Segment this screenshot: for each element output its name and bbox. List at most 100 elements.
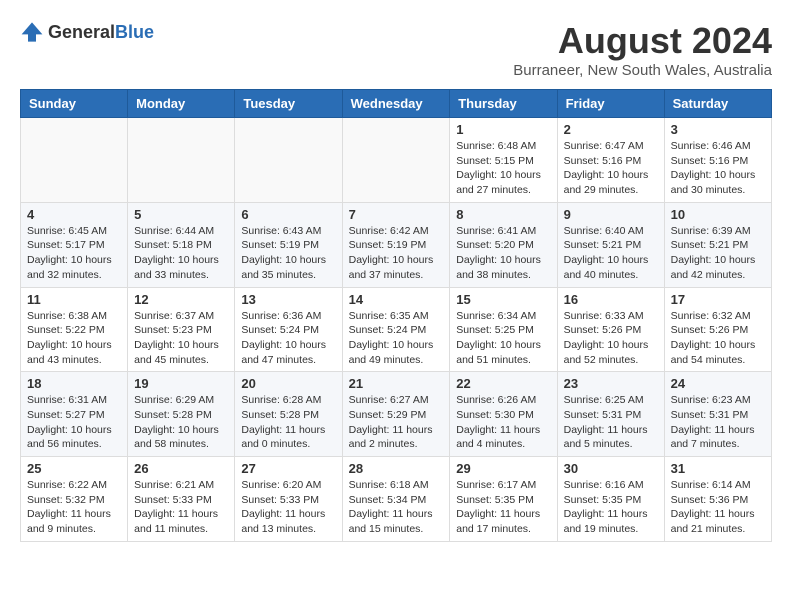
day-number: 15 (456, 292, 550, 307)
day-info: Sunrise: 6:36 AM Sunset: 5:24 PM Dayligh… (241, 309, 335, 368)
day-number: 25 (27, 461, 121, 476)
title-area: August 2024 Burraneer, New South Wales, … (513, 20, 772, 79)
day-number: 31 (671, 461, 765, 476)
logo-general-text: General (48, 22, 115, 42)
day-info: Sunrise: 6:37 AM Sunset: 5:23 PM Dayligh… (134, 309, 228, 368)
calendar-cell: 15 Sunrise: 6:34 AM Sunset: 5:25 PM Dayli… (450, 287, 557, 372)
logo-icon (20, 20, 44, 44)
calendar-cell: 12 Sunrise: 6:37 AM Sunset: 5:23 PM Dayli… (128, 287, 235, 372)
day-number: 9 (564, 207, 658, 222)
day-info: Sunrise: 6:47 AM Sunset: 5:16 PM Dayligh… (564, 139, 658, 198)
day-number: 22 (456, 376, 550, 391)
day-info: Sunrise: 6:25 AM Sunset: 5:31 PM Dayligh… (564, 393, 658, 452)
day-number: 28 (349, 461, 444, 476)
weekday-header-saturday: Saturday (664, 90, 771, 118)
day-number: 19 (134, 376, 228, 391)
calendar-week-row: 1 Sunrise: 6:48 AM Sunset: 5:15 PM Daylig… (21, 118, 772, 203)
logo: GeneralBlue (20, 20, 154, 44)
day-info: Sunrise: 6:32 AM Sunset: 5:26 PM Dayligh… (671, 309, 765, 368)
day-number: 17 (671, 292, 765, 307)
calendar-cell: 24 Sunrise: 6:23 AM Sunset: 5:31 PM Dayli… (664, 372, 771, 457)
day-number: 10 (671, 207, 765, 222)
calendar-cell: 11 Sunrise: 6:38 AM Sunset: 5:22 PM Dayli… (21, 287, 128, 372)
calendar-header-row: SundayMondayTuesdayWednesdayThursdayFrid… (21, 90, 772, 118)
day-info: Sunrise: 6:20 AM Sunset: 5:33 PM Dayligh… (241, 478, 335, 537)
day-number: 2 (564, 122, 658, 137)
calendar-cell: 19 Sunrise: 6:29 AM Sunset: 5:28 PM Dayli… (128, 372, 235, 457)
location-subtitle: Burraneer, New South Wales, Australia (513, 62, 772, 79)
day-number: 21 (349, 376, 444, 391)
calendar-cell: 1 Sunrise: 6:48 AM Sunset: 5:15 PM Daylig… (450, 118, 557, 203)
day-number: 18 (27, 376, 121, 391)
calendar-cell: 6Sunrise: 6:43 AM Sunset: 5:19 PM Daylig… (235, 202, 342, 287)
month-year-title: August 2024 (513, 20, 772, 62)
day-info: Sunrise: 6:16 AM Sunset: 5:35 PM Dayligh… (564, 478, 658, 537)
day-info: Sunrise: 6:18 AM Sunset: 5:34 PM Dayligh… (349, 478, 444, 537)
calendar-cell: 31 Sunrise: 6:14 AM Sunset: 5:36 PM Dayli… (664, 457, 771, 542)
day-info: Sunrise: 6:35 AM Sunset: 5:24 PM Dayligh… (349, 309, 444, 368)
day-info: Sunrise: 6:48 AM Sunset: 5:15 PM Dayligh… (456, 139, 550, 198)
calendar-week-row: 11 Sunrise: 6:38 AM Sunset: 5:22 PM Dayli… (21, 287, 772, 372)
day-info: Sunrise: 6:39 AM Sunset: 5:21 PM Dayligh… (671, 224, 765, 283)
weekday-header-sunday: Sunday (21, 90, 128, 118)
calendar-cell: 3 Sunrise: 6:46 AM Sunset: 5:16 PM Daylig… (664, 118, 771, 203)
day-number: 16 (564, 292, 658, 307)
day-number: 6 (241, 207, 335, 222)
day-info: Sunrise: 6:38 AM Sunset: 5:22 PM Dayligh… (27, 309, 121, 368)
weekday-header-monday: Monday (128, 90, 235, 118)
day-info: Sunrise: 6:46 AM Sunset: 5:16 PM Dayligh… (671, 139, 765, 198)
weekday-header-thursday: Thursday (450, 90, 557, 118)
calendar-cell: 17 Sunrise: 6:32 AM Sunset: 5:26 PM Dayli… (664, 287, 771, 372)
calendar-cell: 22 Sunrise: 6:26 AM Sunset: 5:30 PM Dayli… (450, 372, 557, 457)
calendar-cell: 7Sunrise: 6:42 AM Sunset: 5:19 PM Daylig… (342, 202, 450, 287)
day-number: 24 (671, 376, 765, 391)
calendar-week-row: 18 Sunrise: 6:31 AM Sunset: 5:27 PM Dayli… (21, 372, 772, 457)
calendar-cell: 8 Sunrise: 6:41 AM Sunset: 5:20 PM Daylig… (450, 202, 557, 287)
calendar-week-row: 25 Sunrise: 6:22 AM Sunset: 5:32 PM Dayli… (21, 457, 772, 542)
calendar-cell: 10 Sunrise: 6:39 AM Sunset: 5:21 PM Dayli… (664, 202, 771, 287)
day-number: 8 (456, 207, 550, 222)
day-info: Sunrise: 6:29 AM Sunset: 5:28 PM Dayligh… (134, 393, 228, 452)
weekday-header-friday: Friday (557, 90, 664, 118)
day-info: Sunrise: 6:28 AM Sunset: 5:28 PM Dayligh… (241, 393, 335, 452)
day-info: Sunrise: 6:26 AM Sunset: 5:30 PM Dayligh… (456, 393, 550, 452)
day-number: 12 (134, 292, 228, 307)
calendar-cell: 14 Sunrise: 6:35 AM Sunset: 5:24 PM Dayli… (342, 287, 450, 372)
day-number: 11 (27, 292, 121, 307)
weekday-header-wednesday: Wednesday (342, 90, 450, 118)
calendar-cell: 9 Sunrise: 6:40 AM Sunset: 5:21 PM Daylig… (557, 202, 664, 287)
calendar-cell (128, 118, 235, 203)
calendar-cell: 20 Sunrise: 6:28 AM Sunset: 5:28 PM Dayli… (235, 372, 342, 457)
day-number: 26 (134, 461, 228, 476)
day-info: Sunrise: 6:14 AM Sunset: 5:36 PM Dayligh… (671, 478, 765, 537)
logo-blue-text: Blue (115, 22, 154, 42)
day-number: 20 (241, 376, 335, 391)
calendar-cell: 2 Sunrise: 6:47 AM Sunset: 5:16 PM Daylig… (557, 118, 664, 203)
day-info: Sunrise: 6:31 AM Sunset: 5:27 PM Dayligh… (27, 393, 121, 452)
calendar-cell: 16 Sunrise: 6:33 AM Sunset: 5:26 PM Dayli… (557, 287, 664, 372)
calendar-cell (342, 118, 450, 203)
day-info: Sunrise: 6:41 AM Sunset: 5:20 PM Dayligh… (456, 224, 550, 283)
calendar-cell: 25 Sunrise: 6:22 AM Sunset: 5:32 PM Dayli… (21, 457, 128, 542)
calendar-cell: 26Sunrise: 6:21 AM Sunset: 5:33 PM Dayli… (128, 457, 235, 542)
calendar-cell: 30Sunrise: 6:16 AM Sunset: 5:35 PM Dayli… (557, 457, 664, 542)
day-number: 14 (349, 292, 444, 307)
calendar-cell: 28 Sunrise: 6:18 AM Sunset: 5:34 PM Dayli… (342, 457, 450, 542)
day-number: 23 (564, 376, 658, 391)
day-info: Sunrise: 6:22 AM Sunset: 5:32 PM Dayligh… (27, 478, 121, 537)
calendar-cell: 27Sunrise: 6:20 AM Sunset: 5:33 PM Dayli… (235, 457, 342, 542)
day-number: 4 (27, 207, 121, 222)
day-info: Sunrise: 6:34 AM Sunset: 5:25 PM Dayligh… (456, 309, 550, 368)
day-info: Sunrise: 6:23 AM Sunset: 5:31 PM Dayligh… (671, 393, 765, 452)
day-info: Sunrise: 6:27 AM Sunset: 5:29 PM Dayligh… (349, 393, 444, 452)
calendar-cell: 29Sunrise: 6:17 AM Sunset: 5:35 PM Dayli… (450, 457, 557, 542)
day-info: Sunrise: 6:44 AM Sunset: 5:18 PM Dayligh… (134, 224, 228, 283)
day-number: 3 (671, 122, 765, 137)
day-info: Sunrise: 6:33 AM Sunset: 5:26 PM Dayligh… (564, 309, 658, 368)
day-info: Sunrise: 6:45 AM Sunset: 5:17 PM Dayligh… (27, 224, 121, 283)
calendar-cell: 21 Sunrise: 6:27 AM Sunset: 5:29 PM Dayli… (342, 372, 450, 457)
day-number: 1 (456, 122, 550, 137)
calendar-cell (21, 118, 128, 203)
day-number: 7 (349, 207, 444, 222)
day-info: Sunrise: 6:40 AM Sunset: 5:21 PM Dayligh… (564, 224, 658, 283)
